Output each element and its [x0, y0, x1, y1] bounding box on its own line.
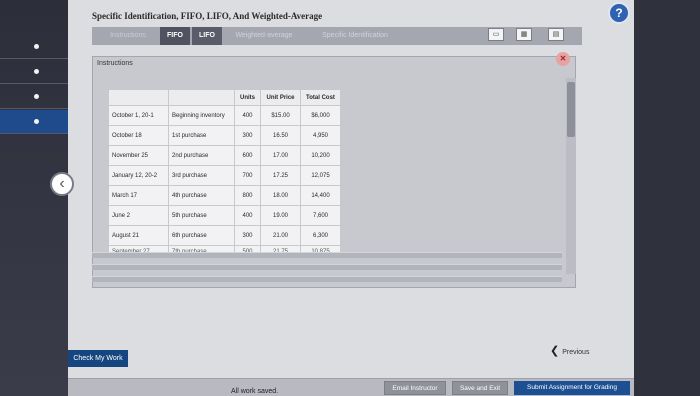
view-icon-3[interactable]: ▤ — [548, 28, 564, 41]
unit-price-cell: 17.25 — [260, 165, 301, 186]
units-cell: 800 — [234, 185, 261, 206]
unit-price-cell: 16.50 — [260, 125, 301, 146]
date-cell: June 2 — [108, 205, 169, 226]
close-icon[interactable]: ✕ — [556, 52, 570, 66]
date-cell: October 18 — [108, 125, 169, 146]
bullet-icon — [34, 69, 39, 74]
date-cell: January 12, 20-2 — [108, 165, 169, 186]
table-row: March 17 4th purchase 800 18.00 14,400 — [108, 185, 341, 206]
table-row: November 25 2nd purchase 600 17.00 10,20… — [108, 145, 341, 166]
tab-specific-identification[interactable]: Specific Identification — [306, 27, 404, 45]
save-status: All work saved. — [231, 388, 279, 395]
description-cell: Beginning inventory — [168, 105, 235, 126]
save-and-exit-button[interactable]: Save and Exit — [452, 381, 508, 395]
date-cell: March 17 — [108, 185, 169, 206]
column-header — [168, 89, 235, 106]
column-header: Total Cost — [300, 89, 341, 106]
date-cell: August 21 — [108, 225, 169, 246]
table-row: October 1, 20-1 Beginning inventory 400 … — [108, 105, 341, 126]
date-cell: October 1, 20-1 — [108, 105, 169, 126]
unit-price-cell: 18.00 — [260, 185, 301, 206]
column-header: Units — [234, 89, 261, 106]
description-cell: 2nd purchase — [168, 145, 235, 166]
tab-weighted-average[interactable]: Weighted-average — [224, 27, 304, 45]
left-nav-rail — [0, 0, 68, 396]
inventory-table: Units Unit Price Total Cost October 1, 2… — [108, 89, 341, 258]
units-cell: 300 — [234, 225, 261, 246]
page-title: Specific Identification, FIFO, LIFO, And… — [92, 11, 323, 21]
total-cost-cell: 12,075 — [300, 165, 341, 186]
unit-price-cell: 19.00 — [260, 205, 301, 226]
table-row: August 21 6th purchase 300 21.00 6,300 — [108, 225, 341, 246]
left-nav-item[interactable] — [0, 85, 68, 109]
unit-price-cell: 17.00 — [260, 145, 301, 166]
units-cell: 300 — [234, 125, 261, 146]
email-instructor-button[interactable]: Email Instructor — [384, 381, 446, 395]
total-cost-cell: 7,600 — [300, 205, 341, 226]
total-cost-cell: 14,400 — [300, 185, 341, 206]
total-cost-cell: 4,950 — [300, 125, 341, 146]
help-icon[interactable]: ? — [608, 2, 630, 24]
description-cell: 5th purchase — [168, 205, 235, 226]
table-row: January 12, 20-2 3rd purchase 700 17.25 … — [108, 165, 341, 186]
description-cell: 6th purchase — [168, 225, 235, 246]
previous-button[interactable]: ❮ Previous — [550, 344, 589, 357]
units-cell: 400 — [234, 205, 261, 226]
total-cost-cell: $6,000 — [300, 105, 341, 126]
table-header-row: Units Unit Price Total Cost — [108, 89, 341, 106]
left-nav-item[interactable] — [0, 35, 68, 59]
total-cost-cell: 10,200 — [300, 145, 341, 166]
back-chevron-icon[interactable]: ‹ — [50, 172, 74, 196]
left-nav-item-active[interactable] — [0, 110, 68, 134]
bullet-icon — [34, 44, 39, 49]
scrollbar-thumb[interactable] — [567, 82, 575, 137]
right-rail — [634, 0, 700, 396]
tab-instructions[interactable]: Instructions — [96, 27, 160, 45]
unit-price-cell: $15.00 — [260, 105, 301, 126]
bullet-icon — [34, 94, 39, 99]
description-cell: 4th purchase — [168, 185, 235, 206]
horizontal-scroll-band — [92, 264, 562, 270]
total-cost-cell: 6,300 — [300, 225, 341, 246]
view-icon-1[interactable]: ▭ — [488, 28, 504, 41]
view-icon-2[interactable]: ▦ — [516, 28, 532, 41]
table-row: October 18 1st purchase 300 16.50 4,950 — [108, 125, 341, 146]
tab-fifo[interactable]: FIFO — [160, 27, 190, 45]
bullet-icon — [34, 119, 39, 124]
tab-lifo[interactable]: LIFO — [192, 27, 222, 45]
description-cell: 3rd purchase — [168, 165, 235, 186]
table-row: June 2 5th purchase 400 19.00 7,600 — [108, 205, 341, 226]
column-header — [108, 89, 169, 106]
units-cell: 400 — [234, 105, 261, 126]
horizontal-scroll-band — [92, 276, 562, 282]
submit-assignment-button[interactable]: Submit Assignment for Grading — [514, 381, 630, 395]
date-cell: November 25 — [108, 145, 169, 166]
units-cell: 600 — [234, 145, 261, 166]
unit-price-cell: 21.00 — [260, 225, 301, 246]
description-cell: 1st purchase — [168, 125, 235, 146]
check-my-work-button[interactable]: Check My Work — [68, 350, 128, 367]
units-cell: 700 — [234, 165, 261, 186]
panel-label: Instructions — [97, 60, 133, 67]
previous-label: Previous — [562, 349, 590, 356]
left-nav-item[interactable] — [0, 60, 68, 84]
column-header: Unit Price — [260, 89, 301, 106]
chevron-left-icon: ❮ — [550, 345, 560, 357]
horizontal-scroll-band — [92, 252, 562, 258]
